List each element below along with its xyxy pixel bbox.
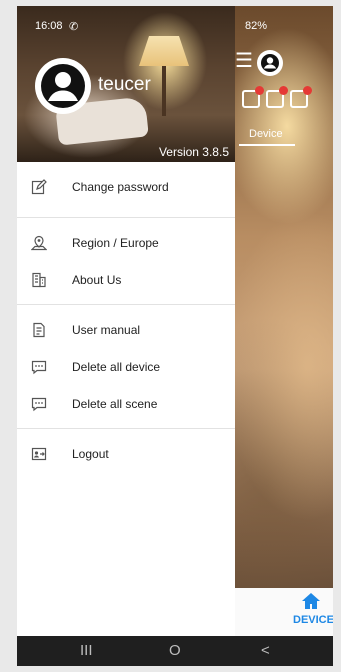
menu-item-change-password[interactable]: Change password xyxy=(17,168,235,205)
header-photo-lamp-pole xyxy=(162,66,166,116)
menu-item-label: Logout xyxy=(72,446,109,461)
lamp-device-icon[interactable] xyxy=(242,86,264,108)
battery-status: 82% xyxy=(244,20,267,32)
menu-item-logout[interactable]: Logout xyxy=(17,435,235,472)
divider xyxy=(17,428,235,429)
home-button[interactable]: O xyxy=(169,642,181,659)
menu-item-user-manual[interactable]: User manual xyxy=(17,311,235,348)
edit-icon xyxy=(31,178,47,194)
menu-item-about-us[interactable]: About Us xyxy=(17,261,235,298)
divider xyxy=(17,217,235,218)
status-bar: 16:08 ✆ 82% xyxy=(17,6,333,46)
tab-underline xyxy=(239,144,295,146)
hamburger-icon[interactable]: ☰ xyxy=(235,51,253,71)
drawer-menu: Change password Region / Europe About Us… xyxy=(17,162,235,472)
menu-item-region[interactable]: Region / Europe xyxy=(17,224,235,261)
menu-item-delete-all-device[interactable]: Delete all device xyxy=(17,348,235,385)
navigation-drawer: teucer Version 3.8.5 Change password Reg… xyxy=(17,6,235,640)
menu-item-label: About Us xyxy=(72,272,122,287)
tab-device[interactable]: Device xyxy=(249,128,283,140)
call-icon: ✆ xyxy=(69,21,79,33)
system-nav-bar: III O < xyxy=(17,636,333,666)
menu-item-label: Region / Europe xyxy=(72,235,159,250)
message-icon xyxy=(31,360,47,374)
phone-screen: ☰ Device DEVICE 16:08 ✆ 82% teucer Versi… xyxy=(17,6,333,666)
recents-button[interactable]: III xyxy=(80,642,93,659)
building-icon xyxy=(32,272,46,287)
bottom-nav: DEVICE xyxy=(235,588,333,636)
switch-device-icon[interactable] xyxy=(266,86,288,108)
home-icon[interactable] xyxy=(301,592,321,610)
divider xyxy=(17,304,235,305)
message-icon xyxy=(31,397,47,411)
location-icon xyxy=(31,235,47,250)
app-version: Version 3.8.5 xyxy=(158,145,229,159)
profile-icon[interactable] xyxy=(257,50,283,76)
menu-item-label: Delete all device xyxy=(72,359,161,374)
device-icons-row xyxy=(242,86,312,108)
menu-item-label: Delete all scene xyxy=(72,396,158,411)
door-device-icon[interactable] xyxy=(290,86,312,108)
user-avatar-icon[interactable] xyxy=(35,58,91,114)
logout-icon xyxy=(31,447,47,460)
menu-item-delete-all-scene[interactable]: Delete all scene xyxy=(17,385,235,422)
back-button[interactable]: < xyxy=(261,642,270,659)
document-icon xyxy=(33,322,45,337)
bottom-nav-device-label[interactable]: DEVICE xyxy=(293,614,333,626)
username: teucer xyxy=(98,74,151,95)
menu-item-label: Change password xyxy=(72,179,169,194)
status-time: 16:08 xyxy=(35,20,63,32)
menu-item-label: User manual xyxy=(72,322,141,337)
